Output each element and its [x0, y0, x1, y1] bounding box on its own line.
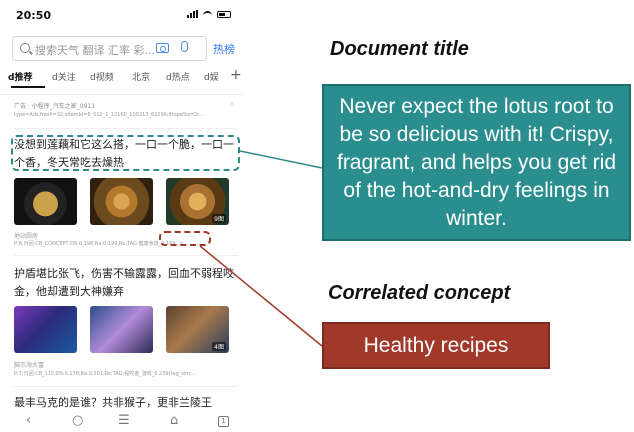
- divider: [14, 255, 238, 256]
- tab-follow[interactable]: d关注: [52, 70, 76, 83]
- divider: [14, 386, 238, 387]
- battery-icon: [217, 10, 231, 18]
- close-icon[interactable]: ×: [229, 100, 235, 108]
- home-icon[interactable]: ⌂: [170, 413, 178, 428]
- camera-icon[interactable]: [156, 43, 169, 53]
- article-thumbnail[interactable]: [14, 178, 77, 225]
- tab-hot[interactable]: d热点: [166, 70, 190, 83]
- article-source: 脑示海大富: [14, 362, 45, 369]
- document-title-label: Document title: [330, 38, 469, 60]
- article-thumbnail[interactable]: [14, 306, 77, 353]
- signal-icon: [187, 10, 198, 18]
- tab-entertainment[interactable]: d娱: [204, 70, 219, 83]
- article-source: 地站厨房: [14, 233, 39, 240]
- search-input[interactable]: 搜索天气 翻译 汇率 彩...: [12, 36, 207, 61]
- article-debug-meta: P:7;日回:CB_115;DS:0.178;Ra:0.301;Re;TAG:程…: [14, 371, 197, 377]
- photo-count-badge: 9图: [212, 214, 226, 223]
- tab-recommend[interactable]: d推荐: [8, 70, 32, 83]
- article-title[interactable]: 最丰马克的是谁？共非猴子，更非兰陵王: [14, 394, 238, 412]
- title-connector: [239, 150, 323, 169]
- article-thumbnail[interactable]: 4图: [166, 306, 229, 353]
- correlated-concept-text: Healthy recipes: [363, 333, 509, 357]
- title-highlight: [11, 135, 240, 171]
- status-time: 20:50: [16, 9, 52, 22]
- tag-highlight: [159, 231, 211, 246]
- channel-tabs: d推荐 d关注 d视频 北京 d热点 d娱 +: [4, 67, 243, 88]
- status-icons: [187, 10, 231, 18]
- divider: [0, 94, 243, 95]
- tab-beijing[interactable]: 北京: [132, 70, 150, 83]
- document-title-text: Never expect the lotus root to be so del…: [336, 94, 616, 230]
- search-placeholder: 搜索天气 翻译 汇率 彩...: [35, 44, 155, 57]
- bottom-nav: ‹ ○ ☰ ⌂ 1: [0, 412, 243, 432]
- document-title-box: Never expect the lotus root to be so del…: [322, 84, 631, 241]
- correlated-concept-label: Correlated concept: [328, 282, 511, 304]
- menu-icon[interactable]: ☰: [118, 413, 130, 428]
- phone-screenshot: 20:50 搜索天气 翻译 汇率 彩... 热榜 d推荐 d关注 d视频 北京 …: [0, 0, 243, 432]
- search-icon: [20, 43, 30, 53]
- article-thumbnail[interactable]: [90, 178, 153, 225]
- add-channel-icon[interactable]: +: [230, 67, 242, 83]
- refresh-icon[interactable]: ○: [72, 413, 83, 428]
- article-thumbnail[interactable]: 9图: [166, 178, 229, 225]
- divider: [14, 128, 238, 129]
- ad-debug-meta: type=Ads,fresh=32,sitemId=6_512_1_12160_…: [14, 112, 204, 118]
- tab-video[interactable]: d视频: [90, 70, 114, 83]
- wifi-icon: [203, 10, 212, 18]
- correlated-concept-box: Healthy recipes: [322, 322, 550, 369]
- active-tab-indicator: [11, 86, 45, 88]
- article-thumbnail[interactable]: [90, 306, 153, 353]
- hot-list-link[interactable]: 热榜: [213, 41, 235, 57]
- status-bar: 20:50: [0, 0, 243, 34]
- article-title[interactable]: 护盾堪比张飞，伤害不输露露，回血不弱程咬金，他却遭到大神嫌弃: [14, 265, 238, 301]
- tabs-count-icon[interactable]: 1: [218, 416, 229, 427]
- microphone-icon[interactable]: [181, 41, 188, 52]
- ad-label: 广告 · 小程序_汽车之家_0911: [14, 103, 95, 110]
- back-icon[interactable]: ‹: [26, 413, 31, 428]
- photo-count-badge: 4图: [212, 342, 226, 351]
